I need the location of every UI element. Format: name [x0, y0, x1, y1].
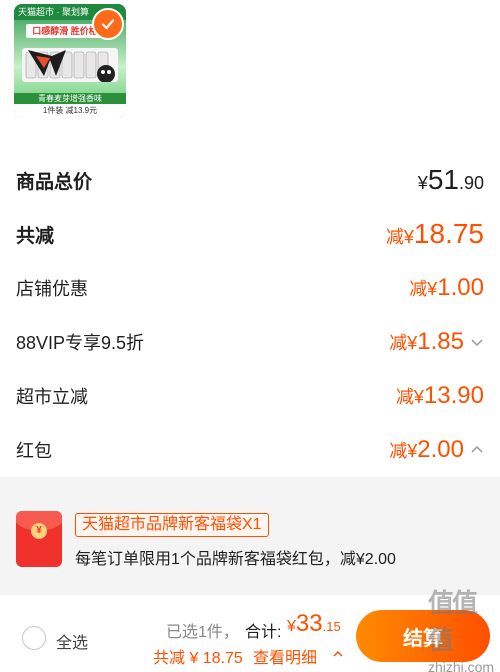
vip-discount-row[interactable]: 88VIP专享9.5折 减¥ 1.85 [16, 322, 484, 362]
red-packet-row[interactable]: 红包 减¥ 2.00 [16, 430, 484, 470]
total-discount-row: 共减 减¥ 18.75 [16, 214, 484, 254]
store-coupon-label: 店铺优惠 [16, 279, 88, 299]
view-details-link[interactable]: 查看明细 [253, 644, 317, 668]
store-coupon-row: 店铺优惠 减¥ 1.00 [16, 268, 484, 308]
total-amount: ¥33.15 [287, 610, 341, 637]
vip-discount-label: 88VIP专享9.5折 [16, 333, 145, 353]
site-watermark: 值值值 zhizhi.com [427, 588, 495, 672]
store-coupon-value: 减¥ 1.00 [409, 274, 484, 301]
selected-count: 已选1件， [166, 624, 239, 641]
chevron-up-icon[interactable] [332, 648, 344, 660]
checkout-bar: 全选 已选1件， 合计: ¥33.15 共减 ¥ 18.75 查看明细 结算 [0, 596, 500, 672]
red-packet-panel: ¥ 天猫超市品牌新客福袋X1 每笔订单限用1个品牌新客福袋红包，减¥2.00 [0, 477, 500, 595]
selected-check-icon[interactable] [92, 8, 124, 40]
red-packet-tag: 天猫超市品牌新客福袋X1 [75, 513, 269, 537]
red-packet-icon: ¥ [16, 511, 62, 567]
total-discount-label: 共减 [16, 225, 55, 247]
market-discount-label: 超市立减 [16, 387, 88, 407]
subtotal-row: 商品总价 ¥51.90 [16, 160, 484, 200]
select-all-radio[interactable] [22, 626, 46, 650]
market-discount-value: 减¥ 13.90 [395, 382, 484, 409]
thumbnail-flavor-banner: 青春麦芽增强香味 [14, 93, 126, 104]
select-all-label[interactable]: 全选 [56, 629, 88, 653]
subtotal-label: 商品总价 [16, 171, 93, 193]
chevron-down-icon[interactable] [470, 335, 484, 349]
market-discount-row: 超市立减 减¥ 13.90 [16, 376, 484, 416]
subtotal-value: ¥51.90 [417, 164, 484, 195]
total-savings: 共减 ¥ 18.75 [153, 650, 243, 667]
red-packet-label: 红包 [16, 441, 52, 461]
red-packet-description: 每笔订单限用1个品牌新客福袋红包，减¥2.00 [75, 551, 396, 568]
total-label: 合计: [245, 624, 282, 641]
total-discount-value: 减¥ 18.75 [385, 218, 484, 249]
thumbnail-promo-label: 1件装 减13.9元 [14, 104, 126, 118]
vip-discount-value: 减¥ 1.85 [389, 328, 484, 356]
red-packet-value: 减¥ 2.00 [389, 436, 484, 464]
chevron-up-icon[interactable] [470, 443, 484, 457]
beer-cans-image [22, 48, 118, 82]
